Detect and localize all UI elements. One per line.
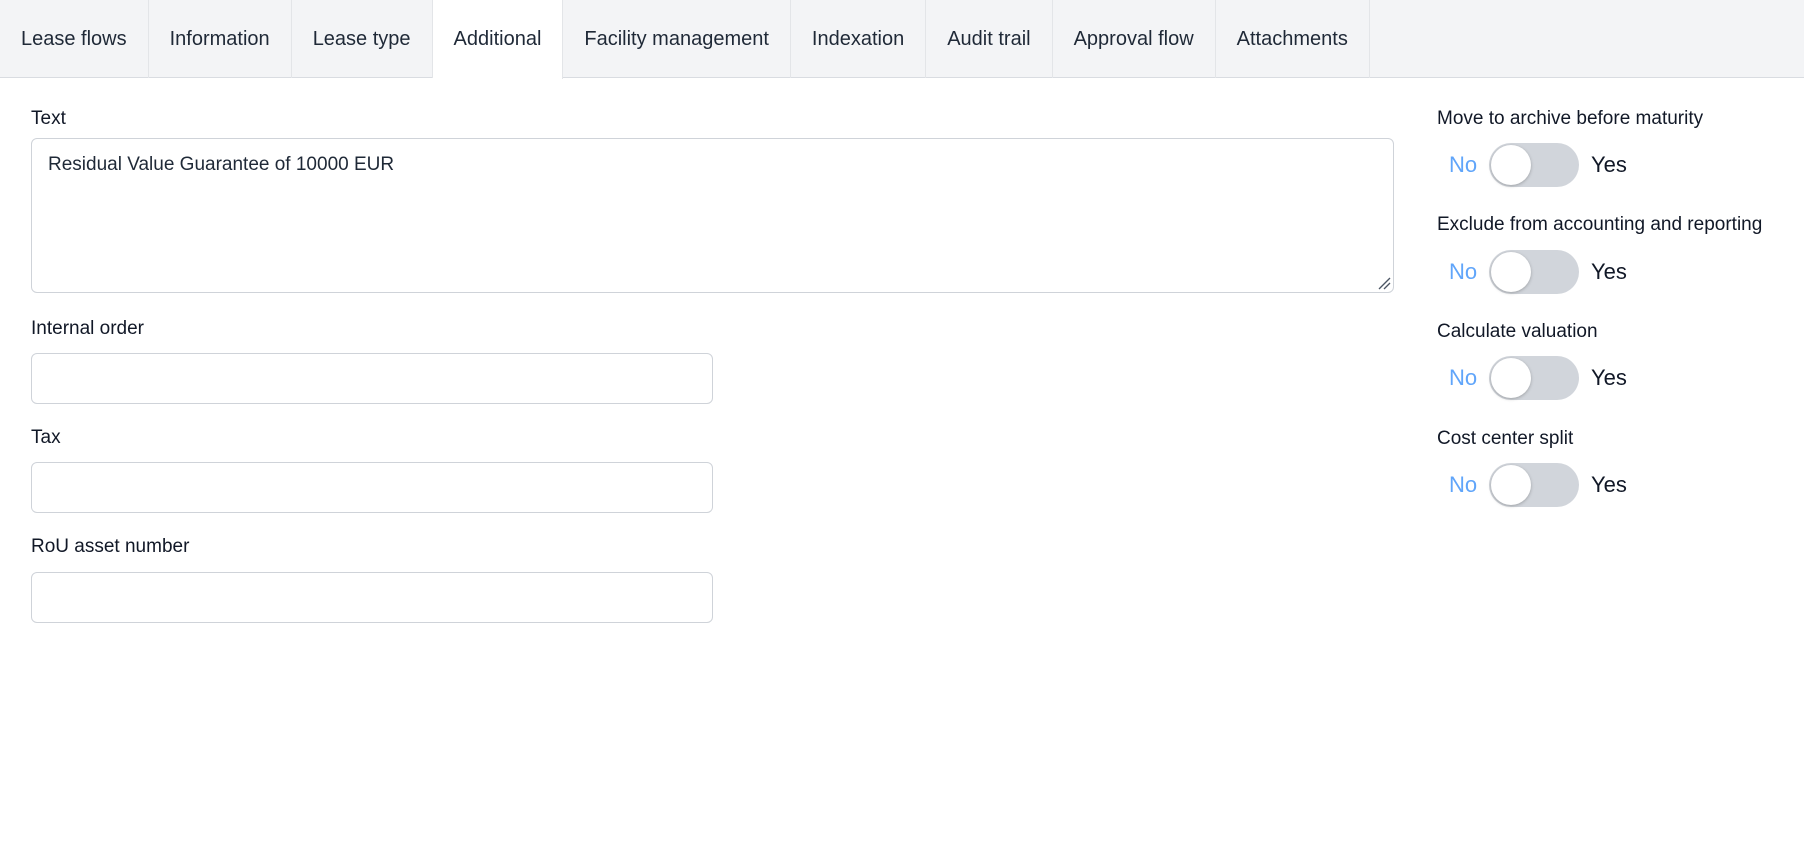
tab-additional[interactable]: Additional <box>432 0 564 79</box>
switch-knob <box>1491 465 1531 505</box>
archive-toggle-label: Move to archive before maturity <box>1437 108 1704 129</box>
text-textarea[interactable]: Residual Value Guarantee of 10000 EUR <box>31 138 1394 293</box>
exclude-accounting-toggle: No Yes <box>1437 250 1627 294</box>
rou-asset-number-input[interactable] <box>31 572 713 623</box>
tab-facility-management[interactable]: Facility management <box>563 0 791 78</box>
rou-asset-number-label: RoU asset number <box>31 536 190 557</box>
exclude-accounting-no-option[interactable]: No <box>1437 259 1489 285</box>
tab-lease-type[interactable]: Lease type <box>292 0 433 78</box>
internal-order-label: Internal order <box>31 318 145 339</box>
switch-knob <box>1491 145 1531 185</box>
switch-knob <box>1491 358 1531 398</box>
archive-switch[interactable] <box>1489 143 1579 187</box>
tab-attachments[interactable]: Attachments <box>1216 0 1370 78</box>
tax-input[interactable] <box>31 462 713 513</box>
tab-bar: Lease flows Information Lease type Addit… <box>0 0 1804 79</box>
tax-label: Tax <box>31 427 61 448</box>
cost-center-split-yes-option[interactable]: Yes <box>1579 472 1627 498</box>
tab-information[interactable]: Information <box>149 0 292 78</box>
exclude-accounting-toggle-label: Exclude from accounting and reporting <box>1437 214 1763 235</box>
text-field-label: Text <box>31 108 66 129</box>
calculate-valuation-yes-option[interactable]: Yes <box>1579 365 1627 391</box>
calculate-valuation-no-option[interactable]: No <box>1437 365 1489 391</box>
exclude-accounting-switch[interactable] <box>1489 250 1579 294</box>
tab-audit-trail[interactable]: Audit trail <box>926 0 1053 78</box>
text-textarea-value: Residual Value Guarantee of 10000 EUR <box>48 154 395 175</box>
cost-center-split-toggle-label: Cost center split <box>1437 428 1574 449</box>
cost-center-split-no-option[interactable]: No <box>1437 472 1489 498</box>
archive-no-option[interactable]: No <box>1437 152 1489 178</box>
tab-lease-flows[interactable]: Lease flows <box>0 0 149 78</box>
tab-approval-flow[interactable]: Approval flow <box>1053 0 1216 78</box>
calculate-valuation-toggle: No Yes <box>1437 356 1627 400</box>
cost-center-split-toggle: No Yes <box>1437 463 1627 507</box>
tab-indexation[interactable]: Indexation <box>791 0 927 78</box>
switch-knob <box>1491 252 1531 292</box>
calculate-valuation-toggle-label: Calculate valuation <box>1437 321 1598 342</box>
archive-yes-option[interactable]: Yes <box>1579 152 1627 178</box>
archive-toggle: No Yes <box>1437 143 1627 187</box>
internal-order-input[interactable] <box>31 353 713 404</box>
resize-handle-icon[interactable] <box>1377 276 1391 290</box>
cost-center-split-switch[interactable] <box>1489 463 1579 507</box>
exclude-accounting-yes-option[interactable]: Yes <box>1579 259 1627 285</box>
calculate-valuation-switch[interactable] <box>1489 356 1579 400</box>
